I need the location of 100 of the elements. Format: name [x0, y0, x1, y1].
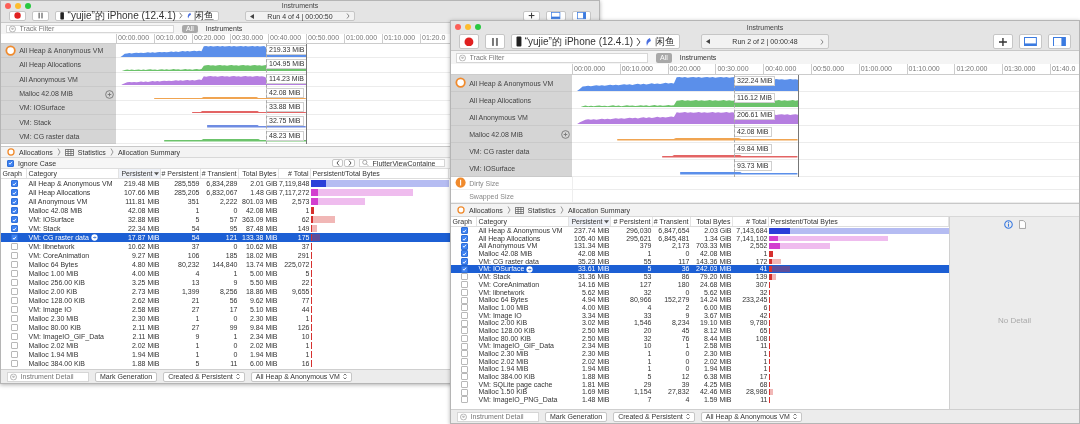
empty-detail-message: No Detail [998, 315, 1031, 325]
caret-left-icon [250, 13, 254, 19]
arrow-circle-icon[interactable] [90, 234, 98, 242]
checkbox[interactable] [460, 242, 468, 250]
checkbox[interactable] [7, 159, 14, 167]
add-button[interactable] [993, 34, 1014, 49]
close-button[interactable] [455, 24, 461, 30]
checkbox[interactable] [10, 270, 18, 278]
checkbox[interactable] [460, 373, 468, 381]
checkbox[interactable] [10, 351, 18, 359]
record-button[interactable] [459, 34, 479, 49]
add-track-icon[interactable] [105, 89, 114, 99]
side-panel-toggle[interactable] [1048, 34, 1071, 49]
panel-side-icon [576, 12, 586, 20]
checkbox[interactable] [10, 234, 18, 242]
app-icon [185, 12, 192, 20]
pause-icon [37, 12, 45, 20]
checkbox[interactable] [10, 252, 18, 260]
chevron-right-icon [506, 206, 511, 214]
pause-button[interactable] [484, 34, 505, 49]
arrow-circle-icon[interactable] [526, 265, 534, 273]
record-button[interactable] [9, 11, 27, 21]
device-selector[interactable]: “yujie”的 iPhone (12.4.1) 闲鱼 [510, 34, 680, 49]
pause-button[interactable] [32, 11, 50, 21]
checkbox[interactable] [10, 315, 18, 323]
pause-icon [489, 36, 500, 47]
checkbox[interactable] [460, 396, 468, 404]
checkbox[interactable] [10, 207, 18, 215]
plus-icon [528, 12, 536, 20]
checkbox[interactable] [10, 297, 18, 305]
updown-chevron-icon [685, 413, 690, 420]
checkbox[interactable] [10, 306, 18, 314]
zoom-button[interactable] [25, 2, 31, 9]
checkbox[interactable] [10, 279, 18, 287]
checkbox[interactable] [10, 342, 18, 350]
app-icon [644, 36, 652, 47]
checkbox[interactable] [460, 281, 468, 289]
checkbox[interactable] [460, 388, 468, 396]
grid-icon [514, 206, 524, 214]
bottom-panel-toggle[interactable] [1019, 34, 1043, 49]
chevron-right-icon [347, 160, 352, 167]
minimize-button[interactable] [15, 2, 21, 9]
minimize-button[interactable] [465, 24, 471, 30]
checkbox[interactable] [10, 243, 18, 251]
plus-icon [998, 36, 1009, 47]
caret-left-icon [706, 39, 710, 44]
info-icon[interactable] [1003, 219, 1013, 229]
add-track-icon[interactable] [561, 130, 570, 139]
checkbox[interactable] [10, 189, 18, 197]
checkbox[interactable] [460, 334, 468, 342]
sort-caret-icon [603, 219, 609, 224]
checkbox[interactable] [460, 227, 468, 235]
panel-side-icon [1053, 36, 1066, 47]
checkbox[interactable] [10, 198, 18, 206]
checkbox[interactable] [10, 261, 18, 269]
zoom-button[interactable] [475, 24, 481, 30]
updown-chevron-icon [235, 373, 240, 380]
document-icon[interactable] [1018, 219, 1026, 229]
record-icon [14, 12, 22, 20]
checkbox[interactable] [460, 342, 468, 350]
instrument-icon [457, 206, 465, 214]
checkbox[interactable] [460, 311, 468, 319]
chevron-right-icon [346, 13, 350, 19]
chevron-right-icon [636, 36, 642, 47]
checkbox[interactable] [460, 304, 468, 312]
checkbox[interactable] [10, 324, 18, 332]
checkbox[interactable] [460, 350, 468, 358]
chevron-right-icon [56, 148, 61, 157]
updown-chevron-icon [792, 413, 797, 420]
checkbox[interactable] [10, 225, 18, 233]
checkbox[interactable] [460, 365, 468, 373]
checkbox[interactable] [460, 273, 468, 281]
checkbox[interactable] [10, 180, 18, 188]
panel-bottom-icon [1024, 36, 1038, 47]
instrument-icon[interactable] [455, 77, 467, 89]
instrument-icon[interactable] [5, 45, 17, 57]
record-icon [464, 36, 474, 47]
checkbox[interactable] [460, 296, 468, 304]
checkbox[interactable] [460, 319, 468, 327]
checkbox[interactable] [460, 327, 468, 335]
phone-icon [60, 12, 65, 20]
checkbox[interactable] [460, 288, 468, 296]
checkbox[interactable] [10, 216, 18, 224]
chevron-right-icon [178, 12, 183, 20]
checkbox[interactable] [460, 358, 468, 366]
checkbox[interactable] [10, 360, 18, 368]
instrument-icon[interactable] [455, 177, 467, 189]
checkbox[interactable] [10, 333, 18, 341]
phone-icon [515, 36, 522, 47]
back-button[interactable] [332, 159, 343, 168]
chevron-right-icon [820, 38, 824, 45]
checkbox[interactable] [460, 250, 468, 258]
forward-button[interactable] [344, 159, 355, 168]
chevron-left-icon [335, 160, 340, 167]
checkbox[interactable] [10, 288, 18, 296]
checkbox[interactable] [460, 265, 468, 273]
device-selector[interactable]: “yujie”的 iPhone (12.4.1) 闲鱼 [55, 11, 220, 21]
checkbox[interactable] [460, 381, 468, 389]
updown-chevron-icon [342, 373, 347, 380]
close-button[interactable] [5, 2, 11, 9]
